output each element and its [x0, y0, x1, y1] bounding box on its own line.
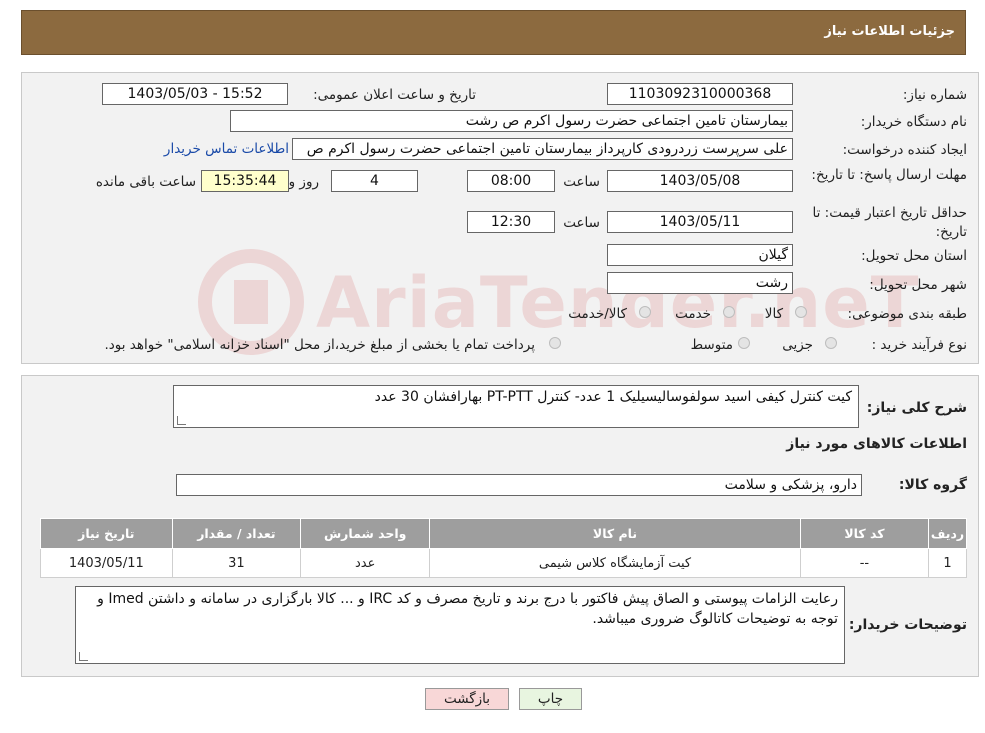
- back-button[interactable]: بازگشت: [425, 688, 509, 710]
- buyer-org-field: بیمارستان تامین اجتماعی حضرت رسول اکرم ص…: [230, 110, 793, 132]
- col-need-date: تاریخ نیاز: [40, 518, 173, 549]
- remaining-time-field: 15:35:44: [201, 170, 289, 192]
- buyer-notes-text: رعایت الزامات پیوستی و الصاق پیش فاکتور …: [97, 591, 838, 627]
- page-title: جزئیات اطلاعات نیاز: [824, 24, 955, 39]
- col-quantity: تعداد / مقدار: [171, 518, 302, 549]
- validity-time-label: ساعت: [563, 215, 600, 231]
- deadline-label: مهلت ارسال پاسخ: تا تاریخ:: [811, 167, 967, 183]
- treasury-checkbox[interactable]: [549, 337, 561, 349]
- category-radio-goods[interactable]: [795, 306, 807, 318]
- buyer-org-label: نام دستگاه خریدار:: [860, 114, 967, 130]
- announce-field: 1403/05/03 - 15:52: [102, 83, 288, 105]
- resize-handle-icon[interactable]: [79, 652, 88, 661]
- col-name: نام کالا: [429, 518, 801, 549]
- col-code: کد کالا: [799, 518, 930, 549]
- process-note: پرداخت تمام یا بخشی از مبلغ خرید،از محل …: [104, 337, 535, 353]
- category-radio-goods-service[interactable]: [639, 306, 651, 318]
- city-field: رشت: [607, 272, 793, 294]
- description-text: کیت کنترل کیفی اسید سولفوسالیسیلیک 1 عدد…: [374, 389, 852, 405]
- items-heading: اطلاعات کالاهای مورد نیاز: [786, 436, 967, 452]
- items-table-header: ردیف کد کالا نام کالا واحد شمارش تعداد /…: [40, 518, 967, 549]
- announce-label: تاریخ و ساعت اعلان عمومی:: [313, 87, 476, 103]
- buyer-contact-link[interactable]: اطلاعات تماس خریدار: [164, 141, 289, 157]
- province-label: استان محل تحویل:: [861, 248, 967, 264]
- process-label: نوع فرآیند خرید :: [871, 337, 967, 353]
- process-option-minor: جزیی: [782, 337, 813, 353]
- process-radio-minor[interactable]: [825, 337, 837, 349]
- col-unit: واحد شمارش: [300, 518, 431, 549]
- province-field: گیلان: [607, 244, 793, 266]
- deadline-time-label: ساعت: [563, 174, 600, 190]
- category-label: طبقه بندی موضوعی:: [847, 306, 967, 322]
- cell-code: --: [799, 548, 930, 578]
- cell-unit: عدد: [300, 548, 431, 578]
- deadline-date-field: 1403/05/08: [607, 170, 793, 192]
- resize-handle-icon[interactable]: [177, 416, 186, 425]
- table-row: 1 -- کیت آزمایشگاه کلاس شیمی عدد 31 1403…: [40, 548, 967, 578]
- items-table: ردیف کد کالا نام کالا واحد شمارش تعداد /…: [40, 518, 967, 578]
- col-row: ردیف: [928, 518, 967, 549]
- creator-label: ایجاد کننده درخواست:: [842, 142, 967, 158]
- days-label: روز و: [288, 174, 319, 190]
- cell-row: 1: [928, 548, 967, 578]
- cell-name: کیت آزمایشگاه کلاس شیمی: [429, 548, 801, 578]
- cell-quantity: 31: [171, 548, 302, 578]
- creator-field: علی سرپرست زردرودی کارپرداز بیمارستان تا…: [292, 138, 793, 160]
- deadline-time-field: 08:00: [467, 170, 555, 192]
- category-option-service: خدمت: [675, 306, 711, 322]
- group-label: گروه کالا:: [898, 477, 967, 493]
- process-option-medium: متوسط: [690, 337, 733, 353]
- validity-time-field: 12:30: [467, 211, 555, 233]
- process-radio-medium[interactable]: [738, 337, 750, 349]
- validity-label: حداقل تاریخ اعتبار قیمت: تا تاریخ:: [812, 205, 967, 240]
- category-option-goods: کالا: [764, 306, 783, 322]
- print-button[interactable]: چاپ: [519, 688, 582, 710]
- need-number-label: شماره نیاز:: [902, 87, 967, 103]
- buyer-notes-label: توضیحات خریدار:: [848, 617, 967, 633]
- page-header: جزئیات اطلاعات نیاز: [21, 10, 966, 55]
- cell-need-date: 1403/05/11: [40, 548, 173, 578]
- days-remaining-field: 4: [331, 170, 418, 192]
- category-radio-service[interactable]: [723, 306, 735, 318]
- description-field: کیت کنترل کیفی اسید سولفوسالیسیلیک 1 عدد…: [173, 385, 859, 428]
- city-label: شهر محل تحویل:: [869, 277, 967, 293]
- description-label: شرح کلی نیاز:: [866, 400, 967, 416]
- validity-date-field: 1403/05/11: [607, 211, 793, 233]
- need-number-field: 1103092310000368: [607, 83, 793, 105]
- remaining-time-label: ساعت باقی مانده: [95, 174, 196, 190]
- group-field: دارو، پزشکی و سلامت: [176, 474, 862, 496]
- buyer-notes-field: رعایت الزامات پیوستی و الصاق پیش فاکتور …: [75, 586, 845, 664]
- category-option-goods-service: کالا/خدمت: [568, 306, 627, 322]
